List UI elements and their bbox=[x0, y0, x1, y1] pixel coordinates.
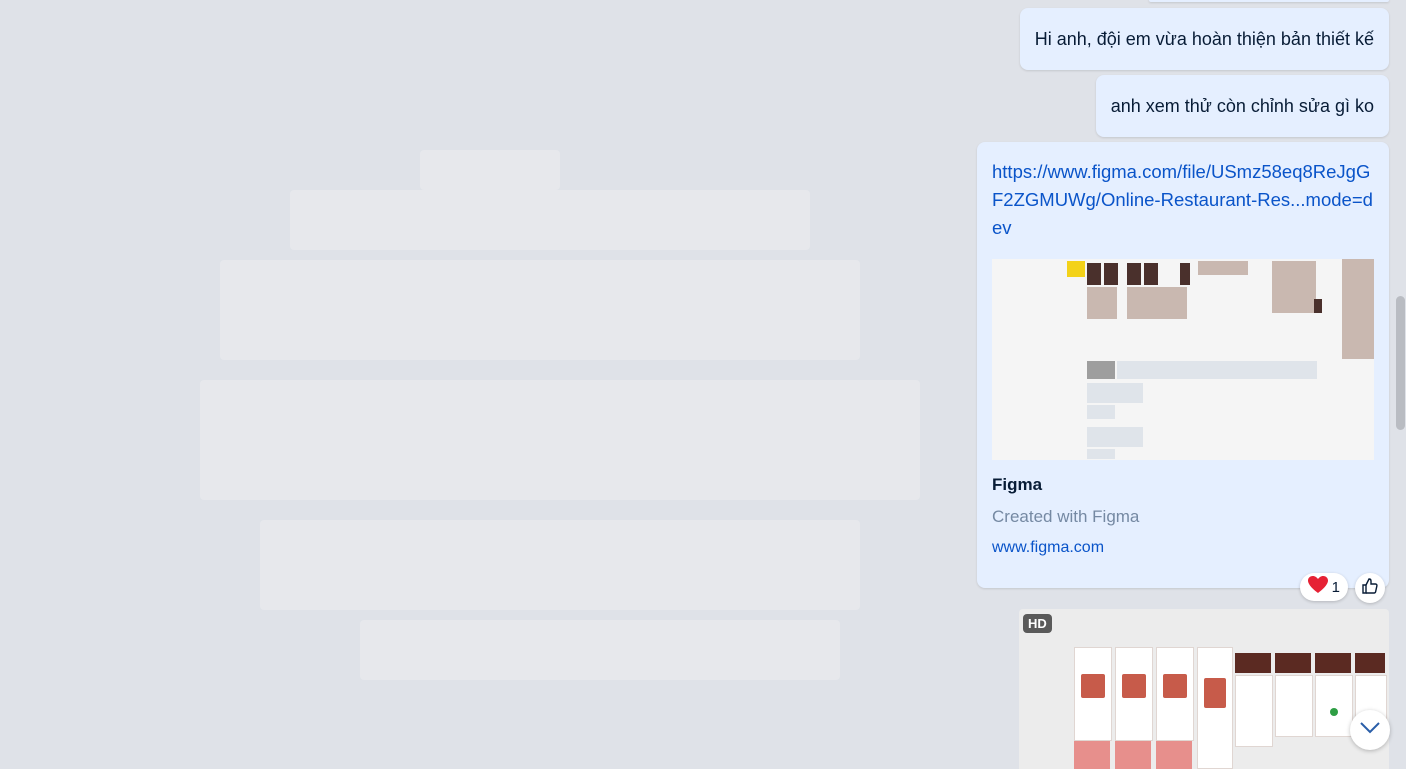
message-text: anh xem thử còn chỉnh sửa gì ko bbox=[1110, 96, 1374, 116]
message-bubble[interactable]: anh xem thử còn chỉnh sửa gì ko bbox=[1095, 75, 1389, 137]
link-card-domain[interactable]: www.figma.com bbox=[992, 539, 1374, 557]
link-message-card: https://www.figma.com/file/USmz58eq8ReJg… bbox=[977, 142, 1389, 588]
like-button[interactable] bbox=[1355, 573, 1385, 603]
reaction-summary[interactable]: 1 bbox=[1299, 573, 1348, 601]
previous-message-stub bbox=[1149, 0, 1389, 2]
link-url[interactable]: https://www.figma.com/file/USmz58eq8ReJg… bbox=[992, 158, 1374, 242]
heart-icon bbox=[1307, 576, 1328, 598]
image-message[interactable]: HD bbox=[1019, 609, 1389, 769]
scroll-to-bottom-button[interactable] bbox=[1350, 710, 1390, 750]
hd-badge: HD bbox=[1023, 614, 1052, 633]
scrollbar-thumb[interactable] bbox=[1396, 296, 1405, 430]
message-bubble[interactable]: Hi anh, đội em vừa hoàn thiện bản thiết … bbox=[1019, 8, 1389, 70]
link-preview-image[interactable] bbox=[992, 259, 1374, 460]
chevron-down-icon bbox=[1359, 721, 1381, 740]
message-text: Hi anh, đội em vừa hoàn thiện bản thiết … bbox=[1034, 29, 1374, 49]
link-card-title: Figma bbox=[992, 475, 1043, 494]
thumbs-up-icon bbox=[1361, 577, 1379, 600]
reaction-count: 1 bbox=[1331, 578, 1340, 596]
chat-background bbox=[200, 140, 980, 700]
link-card-description: Created with Figma bbox=[992, 507, 1140, 526]
